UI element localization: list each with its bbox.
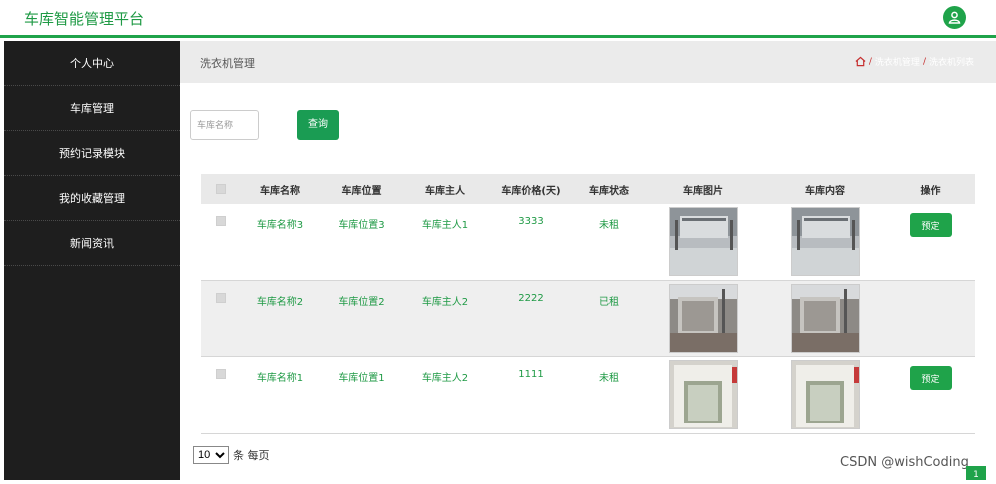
select-all-checkbox[interactable] (216, 184, 226, 194)
garage-status: 已租 (599, 297, 619, 308)
breadcrumb-bar: 洗衣机管理 / 洗衣机管理 / 洗衣机列表 (180, 41, 996, 83)
col-header-price: 车库价格(天) (501, 185, 561, 197)
garage-location: 车库位置1 (338, 373, 385, 384)
sidebar: 个人中心 车库管理 预约记录模块 我的收藏管理 新闻资讯 (4, 41, 180, 480)
breadcrumb: / 洗衣机管理 / 洗衣机列表 (855, 55, 974, 68)
garage-status: 未租 (599, 220, 619, 231)
sidebar-item-favorites[interactable]: 我的收藏管理 (4, 176, 180, 221)
breadcrumb-separator: / (868, 56, 872, 67)
sidebar-item-personal-center[interactable]: 个人中心 (4, 41, 180, 86)
garage-content-image[interactable] (790, 284, 860, 353)
main-content: 洗衣机管理 / 洗衣机管理 / 洗衣机列表 查询 车库名称 车库位置 车库主人 … (180, 41, 996, 480)
table-row: 车库名称2 车库位置2 车库主人2 2222 已租 (201, 281, 975, 357)
home-icon[interactable] (855, 56, 866, 67)
garage-status: 未租 (599, 373, 619, 384)
col-header-content: 车库内容 (805, 185, 845, 197)
garage-name[interactable]: 车库名称2 (241, 281, 319, 356)
search-button[interactable]: 查询 (297, 110, 339, 140)
col-header-image: 车库图片 (683, 185, 723, 197)
page-number-button[interactable]: 1 (966, 466, 986, 480)
garage-location: 车库位置3 (338, 220, 385, 231)
page-title: 洗衣机管理 (200, 57, 255, 70)
col-header-status: 车库状态 (589, 185, 629, 197)
book-button[interactable]: 预定 (909, 366, 952, 390)
garage-content-image[interactable] (790, 360, 860, 429)
breadcrumb-separator: / (922, 56, 926, 67)
row-checkbox[interactable] (216, 293, 226, 303)
sidebar-item-garage-management[interactable]: 车库管理 (4, 86, 180, 131)
garage-image[interactable] (668, 207, 738, 276)
sidebar-item-booking-records[interactable]: 预约记录模块 (4, 131, 180, 176)
table-row: 车库名称3 车库位置3 车库主人1 3333 未租 预定 (201, 204, 975, 281)
breadcrumb-item-list: 洗衣机列表 (928, 58, 974, 68)
garage-owner: 车库主人2 (421, 297, 469, 308)
garage-image[interactable] (668, 284, 738, 353)
col-header-name: 车库名称 (260, 185, 300, 197)
garage-price: 3333 (518, 216, 544, 227)
user-avatar[interactable] (943, 6, 966, 29)
garage-price: 1111 (518, 369, 544, 380)
garage-name[interactable]: 车库名称3 (241, 204, 319, 280)
book-button[interactable]: 预定 (909, 213, 952, 237)
garage-price: 2222 (518, 293, 544, 304)
col-header-location: 车库位置 (341, 185, 382, 197)
pagination: 10 条 每页 (193, 446, 270, 464)
garage-image[interactable] (668, 360, 738, 429)
col-header-actions: 操作 (920, 185, 941, 197)
row-checkbox[interactable] (216, 369, 226, 379)
table-header: 车库名称 车库位置 车库主人 车库价格(天) 车库状态 车库图片 车库内容 操作 (201, 174, 975, 204)
garage-content-image[interactable] (790, 207, 860, 276)
breadcrumb-item-management[interactable]: 洗衣机管理 (875, 55, 920, 68)
table-row: 车库名称1 车库位置1 车库主人2 1111 未租 预定 (201, 357, 975, 434)
col-header-owner: 车库主人 (425, 185, 465, 197)
garage-owner: 车库主人2 (421, 373, 469, 384)
garage-owner: 车库主人1 (421, 220, 469, 231)
top-bar: 车库智能管理平台 (0, 0, 996, 38)
page-size-suffix: 条 每页 (233, 449, 270, 462)
user-icon (948, 11, 961, 24)
row-actions (886, 281, 975, 356)
garage-table: 车库名称 车库位置 车库主人 车库价格(天) 车库状态 车库图片 车库内容 操作… (201, 174, 975, 434)
row-checkbox[interactable] (216, 216, 226, 226)
watermark: CSDN @wishCoding (840, 455, 969, 470)
garage-location: 车库位置2 (338, 297, 385, 308)
page-size-select[interactable]: 10 (193, 446, 229, 464)
sidebar-item-news[interactable]: 新闻资讯 (4, 221, 180, 266)
garage-name-search-input[interactable] (190, 110, 259, 140)
app-title: 车库智能管理平台 (24, 10, 145, 28)
garage-name[interactable]: 车库名称1 (241, 357, 319, 433)
